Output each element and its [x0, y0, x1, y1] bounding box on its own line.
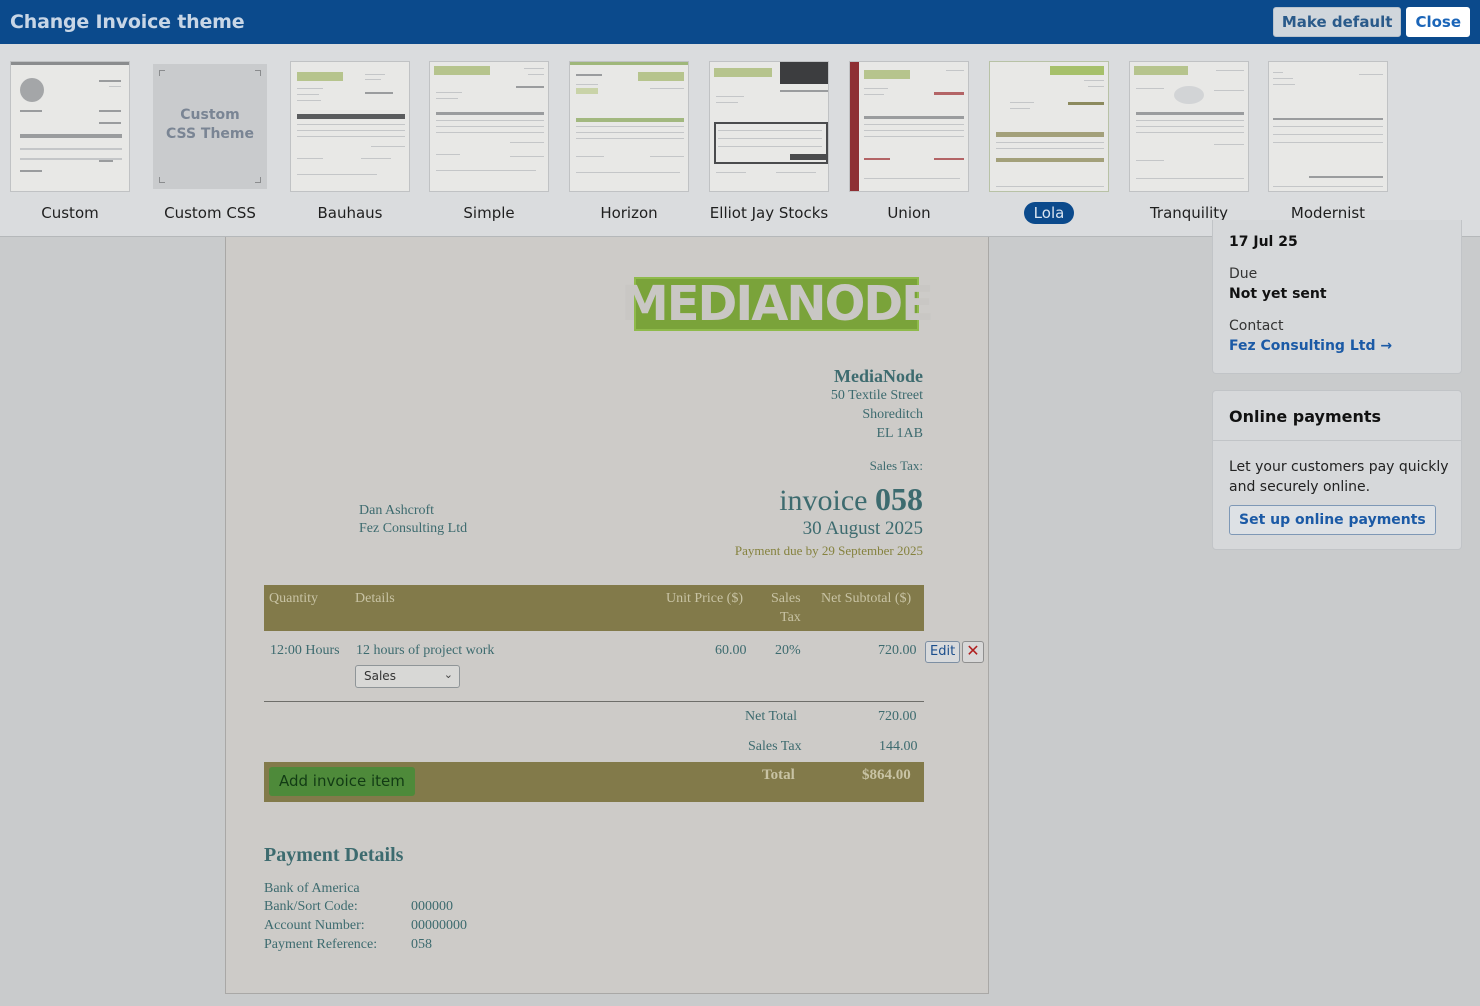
theme-thumbnail: [1268, 61, 1388, 192]
theme-union[interactable]: Union: [848, 61, 970, 224]
close-button[interactable]: Close: [1406, 7, 1470, 37]
sender-postcode: EL 1AB: [876, 426, 923, 441]
header-actions: Make default Close: [1272, 7, 1470, 37]
sender-name: MediaNode: [834, 366, 923, 386]
sales-tax-number-label: Sales Tax:: [869, 458, 923, 473]
theme-custom-css[interactable]: Custom CSS Theme Custom CSS: [149, 61, 271, 224]
item-unit-price: 60.00: [715, 643, 747, 658]
item-tax-rate: 20%: [775, 643, 801, 658]
theme-horizon[interactable]: Horizon: [568, 61, 690, 224]
theme-thumbnail: Custom CSS Theme: [150, 61, 270, 192]
col-net-subtotal: Net Subtotal ($): [821, 591, 912, 606]
make-default-button[interactable]: Make default: [1272, 7, 1402, 37]
sender-area: Shoreditch: [862, 407, 923, 422]
setup-online-payments-button[interactable]: Set up online payments: [1229, 505, 1436, 535]
company-logo: MEDIANODE: [621, 276, 934, 332]
delete-item-button[interactable]: ✕: [962, 641, 984, 663]
net-total-label: Net Total: [745, 709, 798, 724]
theme-lola[interactable]: Lola: [988, 61, 1110, 224]
invoice-heading: invoice 058 30 August 2025 Payment due b…: [735, 482, 923, 559]
theme-label: Union: [887, 204, 931, 222]
contact-label: Contact: [1229, 318, 1284, 334]
recipient-company: Fez Consulting Ltd: [359, 521, 468, 536]
custom-css-thumb-line1: Custom: [180, 107, 240, 123]
invoice-word: invoice: [779, 484, 868, 517]
theme-thumbnail: [10, 61, 130, 192]
online-payments-card: Online payments Let your customers pay q…: [1212, 390, 1462, 550]
theme-thumbnail: [1129, 61, 1249, 192]
payment-due: Payment due by 29 September 2025: [734, 543, 923, 558]
dialog-header: Change Invoice theme Make default Close: [0, 0, 1480, 44]
item-quantity: 12:00 Hours: [270, 643, 340, 658]
items-table-header: Quantity Details Unit Price ($) Sales Ta…: [264, 585, 924, 631]
due-value: Not yet sent: [1229, 286, 1327, 302]
item-category-value: Sales: [364, 669, 396, 683]
total-value: $864.00: [862, 767, 911, 783]
theme-tranquility[interactable]: Tranquility: [1128, 61, 1250, 224]
net-total-value: 720.00: [878, 709, 917, 724]
sales-tax-label: Sales Tax: [748, 739, 802, 754]
theme-thumbnail: [709, 61, 829, 192]
theme-label: Simple: [463, 204, 515, 222]
chevron-down-icon: ⌄: [443, 668, 453, 681]
sales-tax-value: 144.00: [879, 739, 918, 754]
theme-simple[interactable]: Simple: [428, 61, 550, 224]
invoice-date: 30 August 2025: [802, 518, 923, 539]
custom-css-thumb-line2: CSS Theme: [165, 126, 255, 142]
item-category-select[interactable]: Sales ⌄: [355, 665, 460, 688]
theme-thumbnail: [290, 61, 410, 192]
recipient-contact: Dan Ashcroft: [359, 503, 435, 518]
theme-modernist[interactable]: Modernist: [1267, 61, 1389, 224]
theme-label: Lola: [1023, 202, 1075, 224]
account-number-value: 00000000: [411, 918, 467, 933]
theme-label: Bauhaus: [317, 204, 383, 222]
contact-link[interactable]: Fez Consulting Ltd →: [1229, 338, 1392, 354]
theme-label: Horizon: [600, 204, 658, 222]
sender-street: 50 Textile Street: [830, 388, 923, 403]
sender-address: MediaNode 50 Textile Street Shoreditch E…: [831, 367, 923, 443]
invoice-preview: MEDIANODE MediaNode 50 Textile Street Sh…: [225, 237, 989, 994]
theme-elliot-jay-stocks[interactable]: Elliot Jay Stocks: [708, 61, 830, 224]
edit-item-button[interactable]: Edit: [925, 641, 961, 663]
theme-thumbnail: [429, 61, 549, 192]
payment-reference-value: 058: [411, 937, 432, 952]
total-label: Total: [762, 767, 795, 783]
due-label: Due: [1229, 266, 1258, 282]
online-payments-text: Let your customers pay quickly and secur…: [1229, 459, 1449, 495]
theme-label: Custom CSS: [164, 204, 256, 222]
item-subtotal: 720.00: [878, 643, 917, 658]
theme-thumbnail: [849, 61, 969, 192]
account-number-label: Account Number:: [264, 918, 365, 933]
payment-reference-label: Payment Reference:: [264, 937, 378, 952]
dialog-title: Change Invoice theme: [10, 11, 245, 33]
theme-thumbnail: [569, 61, 689, 192]
company-logo-text: MEDIANODE: [621, 276, 934, 332]
sort-code-label: Bank/Sort Code:: [264, 899, 358, 914]
col-sales-tax-line2: Tax: [780, 610, 801, 625]
theme-thumbnail: [989, 61, 1109, 192]
add-invoice-item-button[interactable]: Add invoice item: [269, 767, 415, 796]
theme-label: Custom: [41, 204, 99, 222]
theme-selector: Custom Custom CSS Theme Custom CSS Bauha…: [0, 44, 1480, 237]
total-bar: Add invoice item Total $864.00: [264, 762, 924, 802]
col-unit-price: Unit Price ($): [666, 591, 743, 606]
col-sales-tax-line1: Sales: [771, 591, 801, 606]
invoice-number: 058: [875, 481, 923, 517]
issue-date: 17 Jul 25: [1229, 234, 1298, 250]
theme-label: Elliot Jay Stocks: [709, 204, 829, 222]
invoice-info-card: 17 Jul 25 Due Not yet sent Contact Fez C…: [1212, 220, 1462, 374]
theme-custom[interactable]: Custom: [9, 61, 131, 224]
payment-details-title: Payment Details: [264, 844, 404, 866]
item-details: 12 hours of project work: [356, 643, 495, 658]
theme-bauhaus[interactable]: Bauhaus: [289, 61, 411, 224]
col-quantity: Quantity: [269, 591, 318, 606]
online-payments-title: Online payments: [1213, 391, 1461, 441]
bank-name: Bank of America: [264, 881, 360, 896]
col-details: Details: [355, 591, 395, 606]
recipient-address: Dan Ashcroft Fez Consulting Ltd: [359, 502, 467, 538]
sort-code-value: 000000: [411, 899, 453, 914]
totals-divider: [264, 701, 924, 702]
